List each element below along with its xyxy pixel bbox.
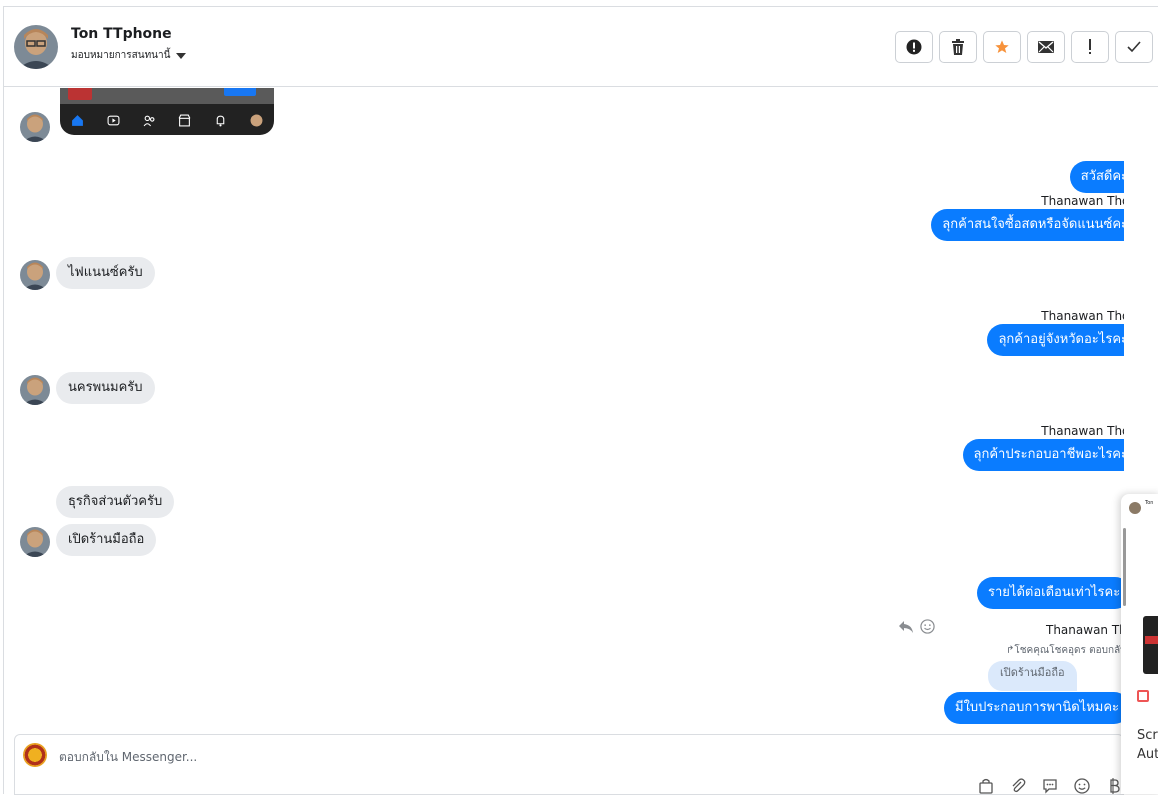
message-hover-actions bbox=[898, 619, 935, 634]
popup-name: Ton bbox=[1145, 500, 1154, 506]
star-icon bbox=[995, 40, 1009, 53]
attachment-icon[interactable] bbox=[1009, 777, 1027, 795]
emoji-icon[interactable] bbox=[1073, 777, 1091, 795]
outgoing-message-bubble[interactable]: สวัสดีคะ bbox=[1069, 161, 1124, 193]
trash-icon bbox=[952, 39, 964, 55]
sender-name: Thanawan Thon bbox=[1046, 623, 1124, 637]
contact-name[interactable]: Ton TTphone bbox=[71, 26, 172, 42]
alert-circle-icon bbox=[906, 39, 922, 55]
incoming-message-bubble[interactable]: เปิดร้านมือถือ bbox=[56, 524, 157, 556]
sender-name: Thanawan Thon bbox=[1041, 194, 1124, 208]
report-spam-button[interactable] bbox=[895, 31, 933, 63]
page-avatar bbox=[23, 743, 47, 767]
emoji-reaction-icon[interactable] bbox=[920, 619, 935, 634]
screenshot-nav-bar bbox=[60, 108, 274, 132]
floating-chat-popup[interactable]: Ton Scr Aut bbox=[1121, 494, 1158, 794]
sender-name: Thanawan Thon bbox=[1041, 309, 1124, 323]
contact-avatar-small bbox=[20, 260, 50, 290]
star-button[interactable] bbox=[983, 31, 1021, 63]
reply-composer[interactable]: ตอบกลับใน Messenger... bbox=[14, 734, 1124, 795]
outgoing-message-bubble[interactable]: ลุกค้าสนใจซื้อสดหรือจัดแนนซ์คะ bbox=[931, 209, 1124, 241]
conversation-header: Ton TTphone มอบหมายการสนทนานี้ bbox=[4, 7, 1158, 87]
reply-input[interactable]: ตอบกลับใน Messenger... bbox=[59, 748, 197, 767]
caret-down-icon bbox=[176, 52, 187, 59]
sender-name: Thanawan Thon bbox=[1041, 424, 1124, 438]
quoted-message[interactable]: เปิดร้านมือถือ bbox=[988, 661, 1077, 691]
shopping-bag-icon[interactable] bbox=[977, 777, 995, 795]
contact-avatar-small bbox=[20, 375, 50, 405]
delete-button[interactable] bbox=[939, 31, 977, 63]
outgoing-message-bubble[interactable]: ลุกค้าประกอบอาชีพอะไรคะ bbox=[962, 439, 1124, 471]
popup-scrollbar[interactable] bbox=[1123, 528, 1126, 606]
composer-toolbar bbox=[977, 777, 1123, 795]
envelope-icon bbox=[1038, 41, 1054, 53]
home-icon bbox=[72, 114, 84, 126]
saved-reply-icon[interactable] bbox=[1041, 777, 1059, 795]
outgoing-message-bubble[interactable]: มีใบประกอบการพานิดไหมคะ bbox=[944, 692, 1124, 724]
marketplace-icon bbox=[178, 114, 191, 126]
incoming-message-bubble[interactable]: นครพนมครับ bbox=[56, 372, 155, 404]
mark-unread-button[interactable] bbox=[1027, 31, 1065, 63]
assign-conversation-dropdown[interactable]: มอบหมายการสนทนานี้ bbox=[71, 48, 187, 63]
inbox-conversation-panel: Ton TTphone มอบหมายการสนทนานี้ สวัสดีคะ … bbox=[3, 6, 1158, 795]
message-thread[interactable]: สวัสดีคะ Thanawan Thon ลุกค้าสนใจซื้อสดห… bbox=[4, 88, 1124, 733]
shared-screenshot-image[interactable] bbox=[60, 88, 274, 135]
mark-done-button[interactable] bbox=[1115, 31, 1153, 63]
contact-avatar-small bbox=[20, 112, 50, 142]
incoming-message-bubble[interactable]: ไฟแนนซ์ครับ bbox=[56, 257, 155, 289]
bell-icon bbox=[216, 115, 225, 126]
video-icon bbox=[107, 115, 120, 125]
screenshot-tool-icon bbox=[1137, 690, 1149, 702]
reply-context-label: ↱โชคคุณโชคอุดร ตอบกลับ bbox=[1006, 645, 1124, 656]
contact-avatar[interactable] bbox=[14, 25, 58, 69]
popup-image-thumbnail[interactable] bbox=[1143, 616, 1158, 674]
popup-text: Scr Aut bbox=[1137, 728, 1158, 762]
conversation-actions bbox=[895, 31, 1153, 63]
incoming-message-bubble[interactable]: ธุรกิจส่วนตัวครับ bbox=[56, 486, 175, 518]
popup-avatar bbox=[1129, 502, 1141, 514]
assign-label: มอบหมายการสนทนานี้ bbox=[71, 50, 171, 61]
outgoing-message-bubble[interactable]: รายได้ต่อเดือนเท่าไรคะ bbox=[977, 577, 1124, 609]
contact-avatar-small bbox=[20, 527, 50, 557]
friends-icon bbox=[143, 115, 155, 126]
reply-icon[interactable] bbox=[898, 620, 914, 634]
profile-icon bbox=[250, 114, 263, 126]
mark-important-button[interactable] bbox=[1071, 31, 1109, 63]
check-icon bbox=[1127, 41, 1141, 53]
exclamation-icon bbox=[1089, 39, 1091, 54]
outgoing-message-bubble[interactable]: ลุกค้าอยู่จังหวัดอะไรคะ bbox=[987, 324, 1124, 356]
